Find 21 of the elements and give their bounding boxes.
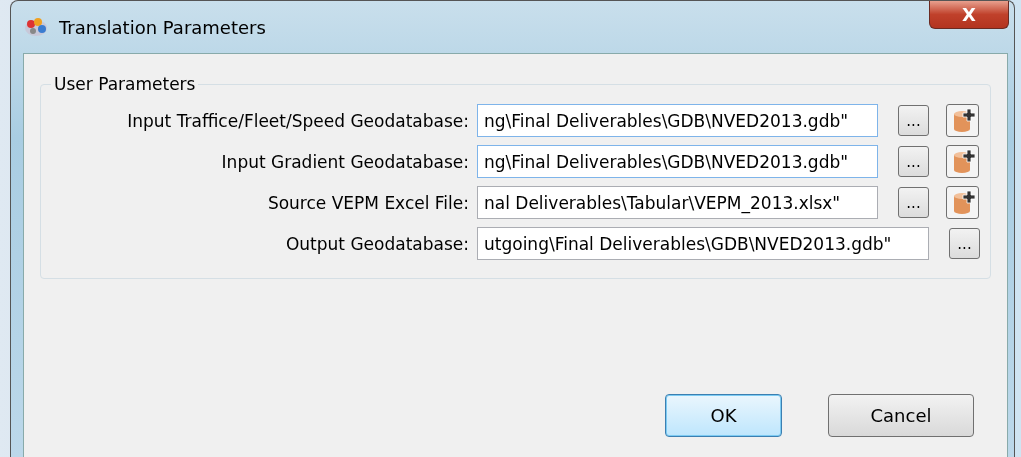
path-field[interactable]: nal Deliverables\Tabular\VEPM_2013.xlsx" [477,186,878,219]
add-database-button[interactable] [946,145,979,178]
field-label: Input Gradient Geodatabase: [220,151,470,172]
browse-button[interactable]: ... [949,228,980,259]
window-title: Translation Parameters [59,16,267,38]
path-field[interactable]: ng\Final Deliverables\GDB\NVED2013.gdb" [477,145,878,178]
cancel-button[interactable]: Cancel [828,394,974,437]
close-button[interactable]: X [929,1,1009,29]
group-title: User Parameters [53,74,197,94]
path-field[interactable]: ng\Final Deliverables\GDB\NVED2013.gdb" [477,104,878,137]
add-database-button[interactable] [946,104,979,137]
app-icon [23,16,49,38]
browse-button[interactable]: ... [898,187,929,218]
path-field[interactable]: utgoing\Final Deliverables\GDB\NVED2013.gdb" [477,227,929,260]
browse-button[interactable]: ... [898,105,929,136]
field-label: Output Geodatabase: [284,233,470,254]
add-database-button[interactable] [946,186,979,219]
ok-button[interactable]: OK [665,394,782,437]
field-label: Source VEPM Excel File: [266,192,470,213]
field-label: Input Traffice/Fleet/Speed Geodatabase: [127,110,470,131]
browse-button[interactable]: ... [898,146,929,177]
